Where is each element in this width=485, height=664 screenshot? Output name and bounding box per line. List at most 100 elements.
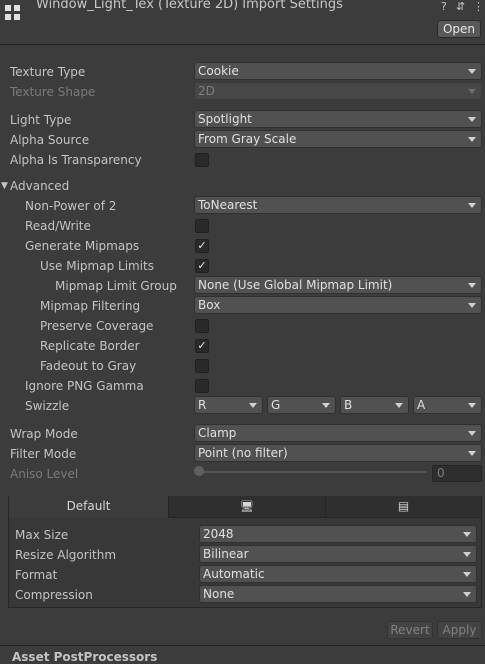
swizzle-b-value: B <box>344 398 353 412</box>
swizzle-g-value: G <box>271 398 281 412</box>
chevron-down-icon <box>468 431 476 436</box>
chevron-down-icon <box>468 451 476 456</box>
mipmap-limit-group-label: Mipmap Limit Group <box>55 279 177 293</box>
max-size-dropdown[interactable]: 2048 <box>199 525 477 543</box>
swizzle-r-dropdown[interactable]: R <box>194 396 263 414</box>
preserve-coverage-checkbox[interactable] <box>195 319 209 333</box>
non-power-of-2-dropdown[interactable]: ToNearest <box>194 196 482 214</box>
light-type-value: Spotlight <box>198 112 252 126</box>
chevron-down-icon <box>463 532 471 537</box>
more-menu-icon[interactable]: ⋮ <box>473 0 484 13</box>
texture-type-label: Texture Type <box>10 65 86 79</box>
chevron-down-icon <box>463 552 471 557</box>
wrap-mode-dropdown[interactable]: Clamp <box>194 424 482 442</box>
preset-settings-icon[interactable]: ⇵ <box>456 0 465 13</box>
light-type-dropdown[interactable]: Spotlight <box>194 110 482 128</box>
mipmap-limit-group-dropdown[interactable]: None (Use Global Mipmap Limit) <box>194 276 482 294</box>
texture-type-value: Cookie <box>198 64 239 78</box>
texture-type-dropdown[interactable]: Cookie <box>194 62 482 80</box>
tab-default[interactable]: Default <box>9 496 168 518</box>
mipmap-filtering-value: Box <box>198 298 221 312</box>
tab-standalone[interactable]: 🖥 <box>168 496 325 518</box>
chevron-down-icon <box>395 403 403 408</box>
chevron-down-icon <box>249 403 257 408</box>
aniso-level-field: 0 <box>432 465 482 482</box>
alpha-is-transparency-checkbox[interactable] <box>195 153 209 167</box>
chevron-down-icon <box>468 117 476 122</box>
swizzle-b-dropdown[interactable]: B <box>340 396 409 414</box>
alpha-source-label: Alpha Source <box>10 133 90 147</box>
monitor-icon: 🖥 <box>240 500 254 513</box>
read-write-checkbox[interactable] <box>195 219 209 233</box>
format-value: Automatic <box>203 567 265 581</box>
mipmap-limit-group-value: None (Use Global Mipmap Limit) <box>198 278 393 292</box>
fadeout-to-gray-checkbox[interactable] <box>195 359 209 373</box>
foldout-expanded-icon[interactable]: ▼ <box>1 181 8 191</box>
replicate-border-checkbox[interactable]: ✓ <box>195 339 209 353</box>
chevron-down-icon <box>322 403 330 408</box>
filter-mode-label: Filter Mode <box>10 447 77 461</box>
swizzle-g-dropdown[interactable]: G <box>267 396 336 414</box>
preserve-coverage-label: Preserve Coverage <box>40 319 154 333</box>
generate-mipmaps-checkbox[interactable]: ✓ <box>195 239 209 253</box>
chevron-down-icon <box>463 572 471 577</box>
texture-shape-dropdown: 2D <box>194 82 482 100</box>
mipmap-filtering-label: Mipmap Filtering <box>40 299 141 313</box>
server-icon: ▤ <box>397 499 410 513</box>
chevron-down-icon <box>463 592 471 597</box>
chevron-down-icon <box>468 303 476 308</box>
asset-postprocessors-header[interactable]: Asset PostProcessors <box>12 650 157 664</box>
revert-button[interactable]: Revert <box>387 621 433 639</box>
max-size-label: Max Size <box>15 528 69 542</box>
swizzle-a-dropdown[interactable]: A <box>413 396 482 414</box>
use-mipmap-limits-label: Use Mipmap Limits <box>40 259 155 273</box>
aniso-level-slider-handle <box>194 466 204 476</box>
chevron-down-icon <box>468 69 476 74</box>
resize-algorithm-value: Bilinear <box>203 547 249 561</box>
aniso-level-label: Aniso Level <box>10 467 79 481</box>
filter-mode-dropdown[interactable]: Point (no filter) <box>194 444 482 462</box>
mipmap-filtering-dropdown[interactable]: Box <box>194 296 482 314</box>
texture-shape-label: Texture Shape <box>10 85 96 99</box>
alpha-is-transparency-label: Alpha Is Transparency <box>10 153 142 167</box>
window-title: Window_Light_Tex (Texture 2D) Import Set… <box>36 0 343 12</box>
swizzle-label: Swizzle <box>25 399 70 413</box>
alpha-source-dropdown[interactable]: From Gray Scale <box>194 130 482 148</box>
footer-divider <box>0 645 485 646</box>
resize-algorithm-label: Resize Algorithm <box>15 548 117 562</box>
ignore-png-gamma-checkbox[interactable] <box>195 379 209 393</box>
ignore-png-gamma-label: Ignore PNG Gamma <box>25 379 144 393</box>
wrap-mode-value: Clamp <box>198 426 237 440</box>
swizzle-r-value: R <box>198 398 207 412</box>
compression-label: Compression <box>15 588 93 602</box>
chevron-down-icon <box>468 403 476 408</box>
format-label: Format <box>15 568 58 582</box>
texture-shape-value: 2D <box>198 84 215 98</box>
non-power-of-2-label: Non-Power of 2 <box>25 199 117 213</box>
swizzle-a-value: A <box>417 398 426 412</box>
resize-algorithm-dropdown[interactable]: Bilinear <box>199 545 477 563</box>
generate-mipmaps-label: Generate Mipmaps <box>25 239 140 253</box>
compression-dropdown[interactable]: None <box>199 585 477 603</box>
format-dropdown[interactable]: Automatic <box>199 565 477 583</box>
wrap-mode-label: Wrap Mode <box>10 427 78 441</box>
tab-dedicated-server[interactable]: ▤ <box>325 496 481 518</box>
read-write-label: Read/Write <box>25 219 91 233</box>
apply-button[interactable]: Apply <box>437 621 482 639</box>
chevron-down-icon <box>468 89 476 94</box>
non-power-of-2-value: ToNearest <box>198 198 258 212</box>
chevron-down-icon <box>468 283 476 288</box>
advanced-foldout-label[interactable]: Advanced <box>10 178 69 194</box>
replicate-border-label: Replicate Border <box>40 339 140 353</box>
chevron-down-icon <box>468 203 476 208</box>
help-icon[interactable]: ? <box>441 0 447 13</box>
fadeout-to-gray-label: Fadeout to Gray <box>40 359 137 373</box>
header-divider <box>0 44 485 45</box>
open-button[interactable]: Open <box>437 20 481 38</box>
texture-importer-icon <box>5 5 21 21</box>
chevron-down-icon <box>468 137 476 142</box>
max-size-value: 2048 <box>203 527 234 541</box>
filter-mode-value: Point (no filter) <box>198 446 288 460</box>
alpha-source-value: From Gray Scale <box>198 132 297 146</box>
use-mipmap-limits-checkbox[interactable]: ✓ <box>195 259 209 273</box>
